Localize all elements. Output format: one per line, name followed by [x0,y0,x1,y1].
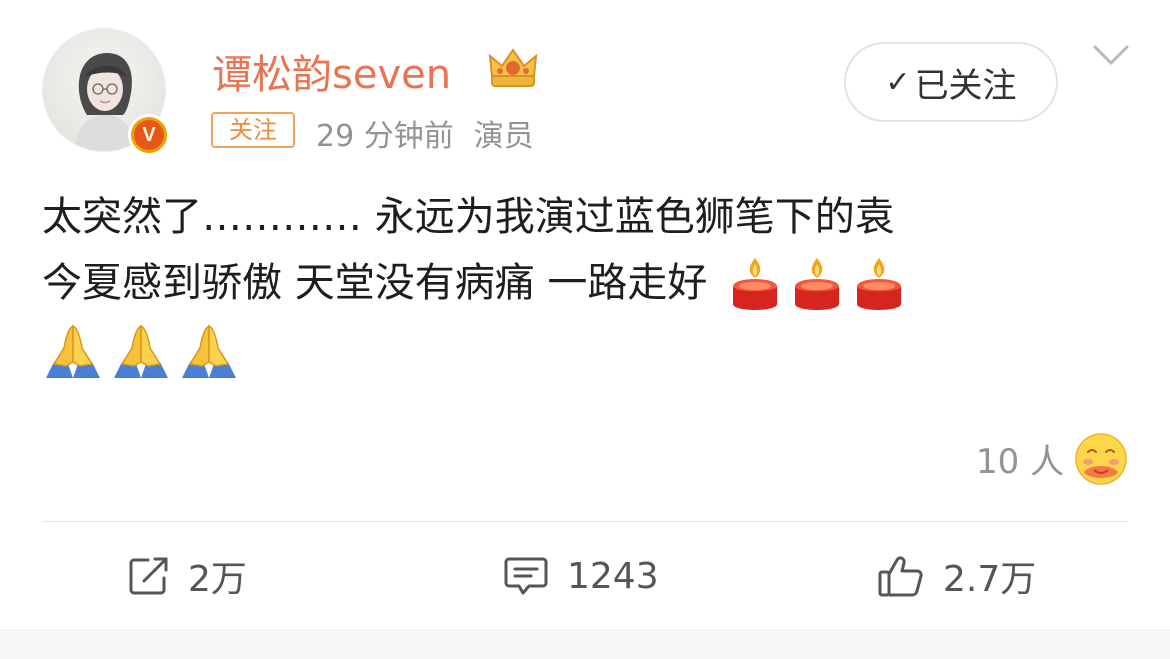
comment-button[interactable]: 1243 [503,548,659,604]
like-count: 2.7万 [943,559,1037,600]
feed-separator [0,630,1170,659]
followed-button-label: 已关注 [914,65,1017,106]
candle-icon [795,258,840,310]
followed-button[interactable]: ✓ 已关注 [844,42,1058,122]
pray-icon [46,324,100,378]
username[interactable]: 谭松韵seven [212,42,451,100]
follow-tag[interactable]: 关注 [211,112,295,148]
author-role: 演员 [473,119,534,154]
reaction-count[interactable]: 10 人 [976,434,1064,483]
like-button[interactable]: 2.7万 [877,548,1036,604]
checkmark-icon: ✓ [885,64,911,100]
thumbs-up-icon [878,556,923,597]
crown-icon [488,48,538,87]
pray-icon [182,324,236,378]
comment-icon [504,557,548,595]
post-meta: 29 分钟前 演员 [316,111,534,155]
divider [42,521,1128,522]
post-line [42,316,1132,382]
repost-icon [129,557,168,595]
chevron-down-icon[interactable] [1092,42,1130,68]
pray-icon [114,324,168,378]
repost-button[interactable]: 2万 [128,548,247,604]
post-body: 太突然了………… 永远为我演过蓝色狮笔下的袁 今夏感到骄傲 天堂没有病痛 一路走… [42,184,1132,382]
verified-badge-icon: V [128,114,170,156]
candle-icon [857,258,902,310]
post-line: 今夏感到骄傲 天堂没有病痛 一路走好 [42,250,1132,316]
hug-emoji-icon[interactable] [1074,432,1128,486]
comment-count: 1243 [567,555,659,597]
candle-icon [733,258,778,310]
post-line-text: 今夏感到骄傲 天堂没有病痛 一路走好 [42,260,708,306]
post-time: 29 分钟前 [316,119,454,154]
post-line: 太突然了………… 永远为我演过蓝色狮笔下的袁 [42,194,895,240]
repost-count: 2万 [188,559,247,600]
